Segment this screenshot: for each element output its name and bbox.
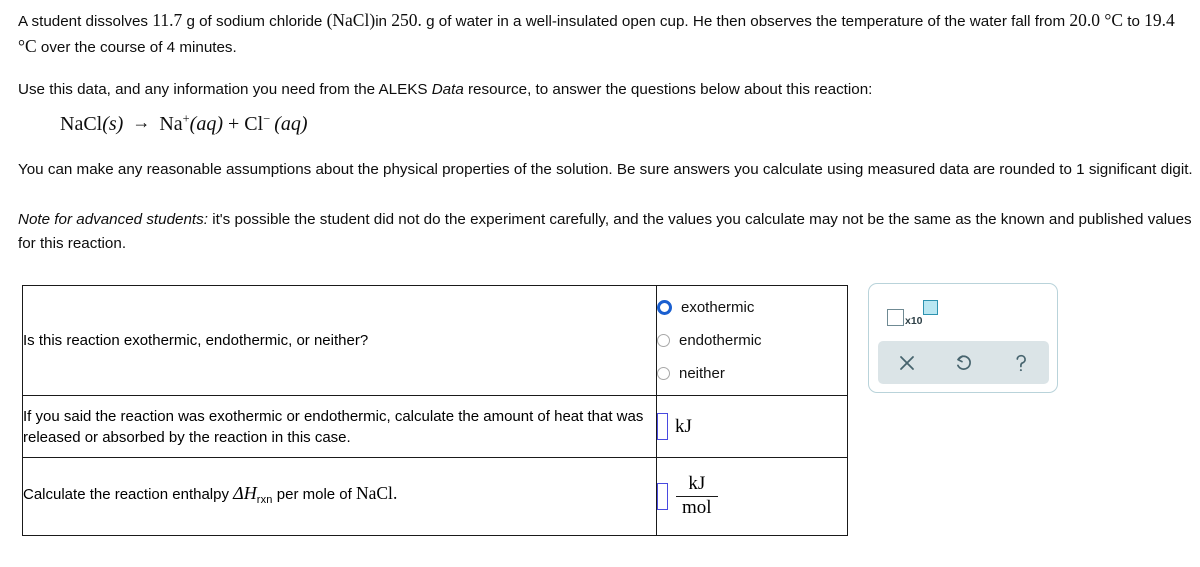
equation-product-1-charge: +: [182, 111, 190, 126]
water-mass-value: 250.: [391, 10, 422, 30]
intro-text-1: A student dissolves: [18, 13, 153, 30]
intro-text-6: over the course of 4 minutes.: [36, 39, 237, 56]
equation-product-2-state: (aq): [274, 113, 308, 135]
clear-icon[interactable]: [890, 353, 924, 373]
unit-denominator: mol: [682, 497, 712, 519]
answer-cell-3: kJ mol: [656, 457, 848, 536]
unit-numerator: kJ: [688, 473, 706, 495]
problem-statement: A student dissolves 11.7 g of sodium chl…: [18, 8, 1194, 60]
radio-button-neither[interactable]: [657, 367, 670, 380]
initial-temperature: 20.0 °C: [1069, 10, 1124, 30]
equation-product-2-charge: −: [263, 111, 271, 126]
answer-cell-1: exothermic endothermic neither: [656, 285, 848, 396]
help-icon[interactable]: [1004, 352, 1038, 374]
nacl-formula-inline: (NaCl): [326, 10, 376, 30]
radio-label-neither: neither: [679, 365, 725, 382]
intro-text-5: to: [1123, 13, 1145, 30]
chemical-equation: NaCl(s) → Na+(aq) + Cl− (aq): [60, 112, 308, 136]
equation-reactant: NaCl: [60, 113, 103, 135]
mantissa-box-icon: [887, 309, 904, 326]
answer-cell-2: kJ: [656, 395, 848, 458]
equation-plus: +: [227, 113, 240, 135]
radio-option-exothermic[interactable]: exothermic: [657, 291, 847, 324]
table-row: If you said the reaction was exothermic …: [22, 395, 848, 458]
enthalpy-answer-input[interactable]: [657, 482, 668, 510]
intro-text-4: g of water in a well-insulated open cup.…: [421, 13, 1070, 30]
table-row: Is this reaction exothermic, endothermic…: [22, 285, 848, 396]
question-3-formula: NaCl: [355, 482, 393, 503]
resource-text-1: Use this data, and any information you n…: [18, 81, 432, 98]
undo-icon[interactable]: [947, 352, 981, 374]
question-3-text-1: Calculate the reaction enthalpy: [23, 485, 234, 503]
problem-page: A student dissolves 11.7 g of sodium chl…: [0, 0, 1200, 567]
radio-label-endothermic: endothermic: [679, 332, 762, 349]
enthalpy-answer-unit: kJ mol: [676, 474, 718, 518]
resource-text-2: resource, to answer the questions below …: [463, 81, 873, 98]
radio-button-exothermic[interactable]: [657, 300, 672, 315]
delta-h-subscript: rxn: [256, 493, 273, 506]
question-cell-3: Calculate the reaction enthalpy ΔHrxn pe…: [22, 457, 657, 536]
intro-text-2: g of sodium chloride: [182, 13, 327, 30]
aleks-answer-toolbar: x10: [868, 283, 1058, 393]
radio-label-exothermic: exothermic: [681, 299, 755, 316]
table-row: Calculate the reaction enthalpy ΔHrxn pe…: [22, 457, 848, 536]
reaction-arrow-icon: →: [132, 112, 151, 132]
heat-answer-unit: kJ: [675, 415, 692, 437]
question-cell-2: If you said the reaction was exothermic …: [22, 395, 657, 458]
advanced-note-label: Note for advanced students:: [18, 211, 208, 228]
radio-option-neither[interactable]: neither: [657, 357, 847, 390]
heat-answer-line: kJ: [657, 413, 847, 440]
equation-product-2: Cl: [244, 113, 264, 135]
question-cell-1: Is this reaction exothermic, endothermic…: [22, 285, 657, 396]
assumptions-paragraph: You can make any reasonable assumptions …: [18, 161, 1193, 178]
nacl-mass-value: 11.7: [152, 10, 183, 30]
toolbar-action-group: [878, 341, 1049, 384]
radio-button-endothermic[interactable]: [657, 334, 670, 347]
question-3-text-2: per mole of: [272, 485, 356, 503]
delta-h-symbol: ΔH: [233, 482, 257, 503]
times-ten-label: x10: [905, 315, 923, 327]
equation-product-1-state: (aq): [189, 113, 223, 135]
equation-reactant-state: (s): [102, 113, 124, 135]
data-resource-emphasis: Data: [431, 81, 464, 98]
exponent-box-icon: [922, 300, 938, 315]
equation-product-1: Na: [159, 113, 183, 135]
intro-text-3: in: [375, 13, 392, 30]
scientific-notation-button[interactable]: x10: [887, 296, 938, 327]
question-3-text-3: .: [392, 482, 398, 503]
resource-instruction: Use this data, and any information you n…: [18, 78, 1018, 102]
enthalpy-answer-line: kJ mol: [657, 474, 847, 518]
heat-answer-input[interactable]: [657, 413, 668, 440]
radio-option-endothermic[interactable]: endothermic: [657, 324, 847, 357]
questions-table: Is this reaction exothermic, endothermic…: [22, 285, 848, 536]
advanced-note-paragraph: Note for advanced students: it's possibl…: [18, 208, 1196, 256]
